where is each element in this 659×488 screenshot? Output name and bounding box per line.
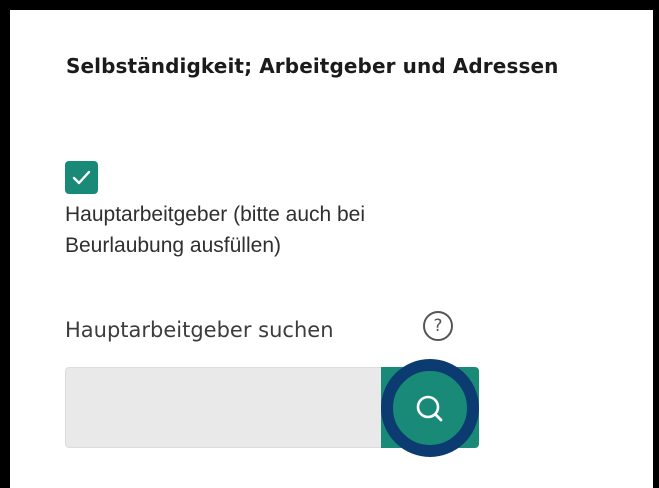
- search-icon: [416, 395, 443, 422]
- main-employer-checkbox-label: Hauptarbeitgeber (bitte auch bei Beurlau…: [65, 203, 366, 257]
- employer-search-label: Hauptarbeitgeber suchen: [65, 318, 334, 342]
- main-employer-checkbox[interactable]: [65, 161, 98, 194]
- checkmark-icon: [72, 170, 91, 185]
- employer-search-input[interactable]: [65, 367, 381, 448]
- help-icon[interactable]: ?: [423, 311, 453, 341]
- section-title: Selbständigkeit; Arbeitgeber und Adresse…: [66, 54, 559, 78]
